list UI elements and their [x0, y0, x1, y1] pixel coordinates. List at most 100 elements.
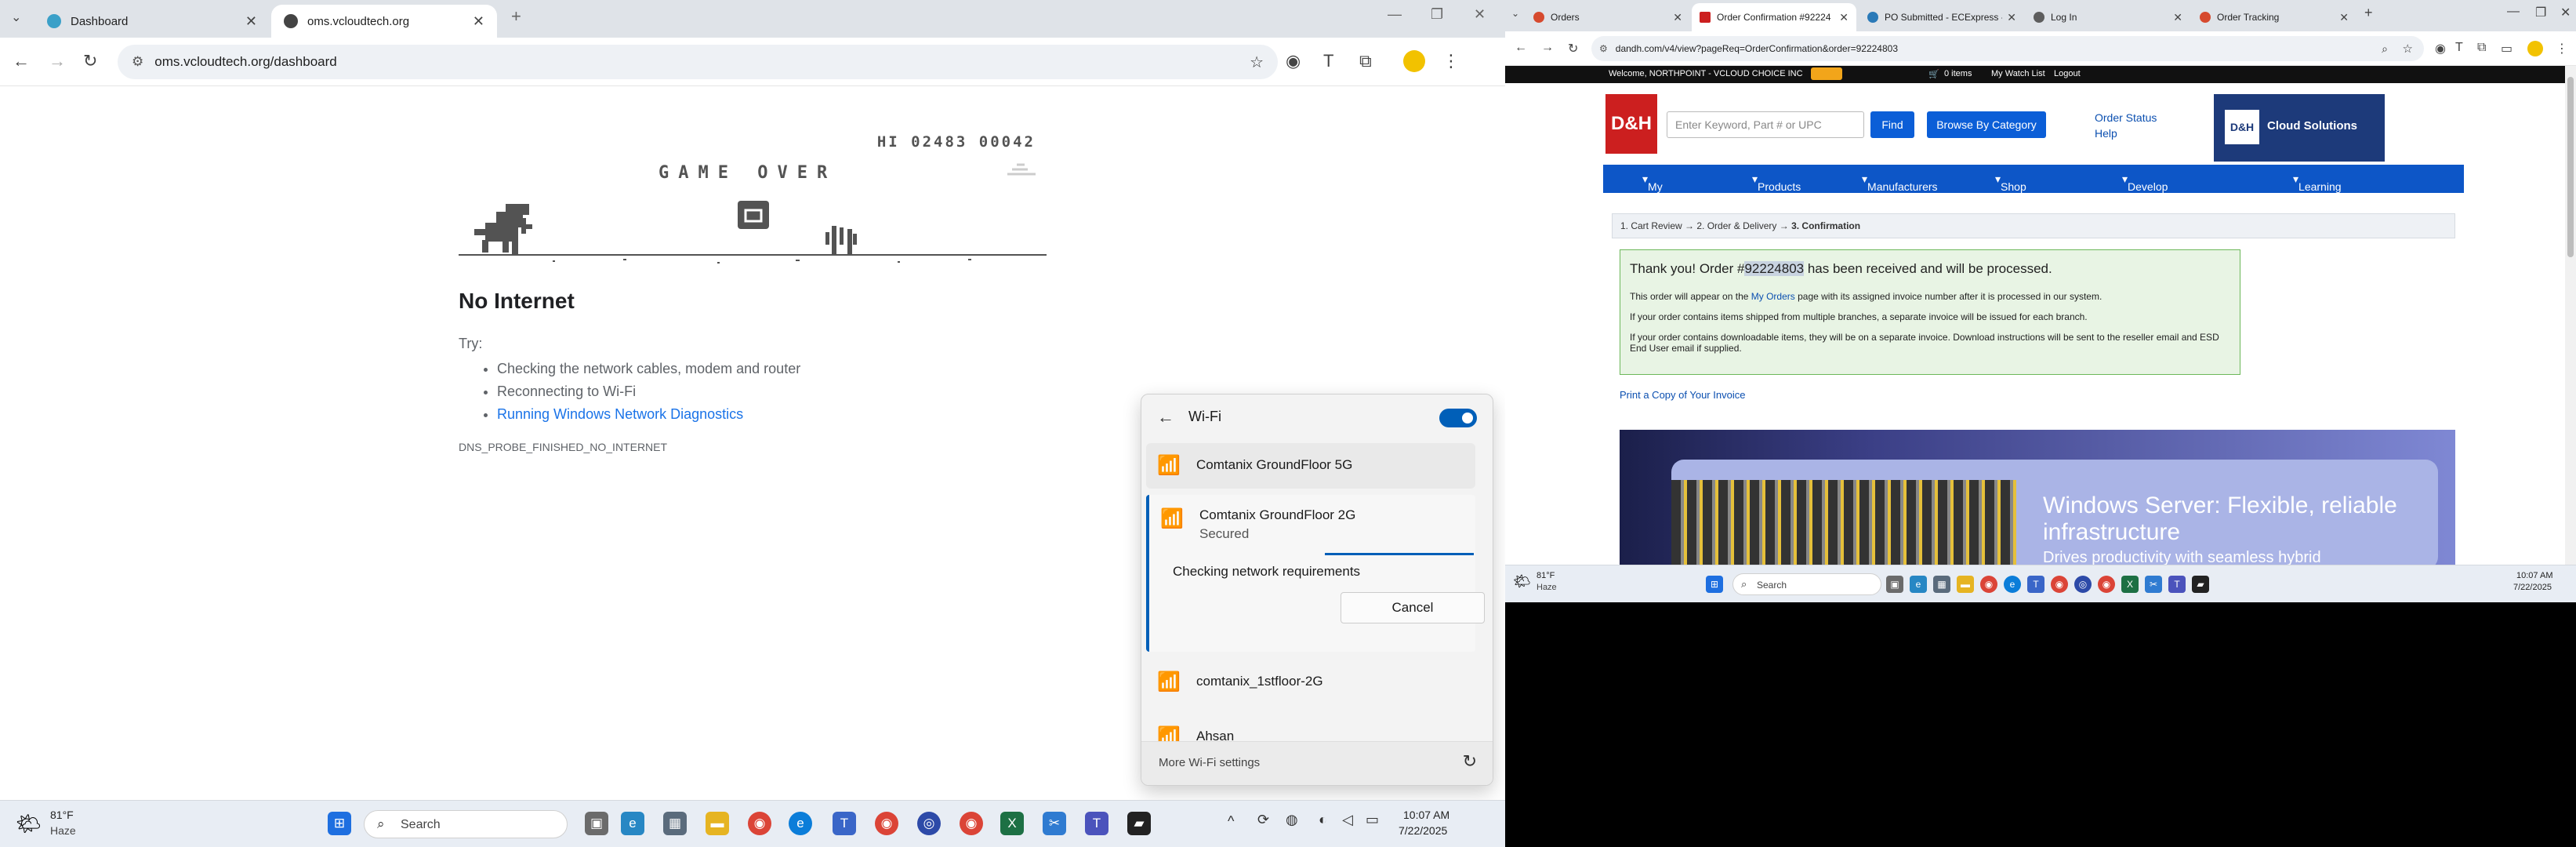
logout-link[interactable]: Logout [2054, 69, 2081, 78]
windows-start-icon[interactable]: ⊞ [1706, 576, 1723, 593]
nav-manufacturers[interactable]: ▾ Manufacturers [1862, 173, 1938, 193]
site-info-icon[interactable]: ⚙ [132, 54, 143, 70]
product-search-input[interactable]: Enter Keyword, Part # or UPC [1667, 111, 1864, 138]
network-icon[interactable]: ◍ [1286, 812, 1298, 828]
taskbar-search[interactable]: ⌕ Search [364, 810, 568, 838]
chrome-icon[interactable]: ◉ [748, 812, 771, 835]
close-window-icon[interactable]: ✕ [2560, 5, 2571, 20]
edge-browser-icon[interactable]: e [2004, 576, 2021, 593]
snipping-tool-icon[interactable]: ✂ [2145, 576, 2162, 593]
edge-browser-icon[interactable]: e [789, 812, 812, 835]
excel-icon[interactable]: X [1000, 812, 1024, 835]
extension-icon[interactable]: ◉ [1286, 51, 1301, 71]
bookmark-star-icon[interactable]: ☆ [2403, 42, 2413, 56]
chrome-alt-icon[interactable]: ◉ [960, 812, 983, 835]
forward-icon[interactable]: → [49, 51, 66, 71]
find-button[interactable]: Find [1870, 111, 1914, 138]
clock-date[interactable]: 7/22/2025 [1399, 824, 1447, 837]
teams-work-icon[interactable]: T [2168, 576, 2186, 593]
task-view-icon[interactable]: ▣ [585, 812, 608, 835]
chrome-profile-icon[interactable]: ◉ [2051, 576, 2068, 593]
address-bar[interactable]: ⚙ oms.vcloudtech.org/dashboard ☆ [118, 45, 1278, 79]
extensions-puzzle-icon[interactable]: ⧉ [2477, 41, 2486, 55]
help-link[interactable]: Help [2095, 127, 2117, 140]
chrome-alt-icon[interactable]: ◉ [2098, 576, 2115, 593]
edge-icon[interactable]: e [1910, 576, 1927, 593]
site-info-icon[interactable]: ⚙ [1599, 43, 1608, 54]
wifi-network-item[interactable]: 📶 Comtanix GroundFloor 5G [1146, 443, 1475, 489]
close-tab-icon[interactable]: ✕ [1673, 11, 1682, 24]
minimize-icon[interactable]: — [1388, 6, 1402, 23]
tray-chevron-icon[interactable]: ^ [1228, 813, 1234, 830]
file-explorer-icon[interactable]: ▬ [1957, 576, 1974, 593]
cart-icon[interactable]: 🛒 [1928, 69, 1939, 79]
nav-shop-by[interactable]: ▾ Shop By... [1995, 173, 2026, 205]
tab-search-icon[interactable]: ⌄ [11, 9, 21, 25]
tab-order-tracking[interactable]: Order Tracking ✕ [2192, 3, 2356, 31]
back-icon[interactable]: ← [1515, 41, 1527, 55]
reload-icon[interactable]: ↻ [83, 51, 97, 71]
profile-avatar[interactable] [2527, 41, 2543, 56]
new-tab-icon[interactable]: + [511, 6, 521, 27]
close-tab-icon[interactable]: ✕ [245, 13, 257, 30]
tab-po-submitted[interactable]: PO Submitted - ECExpress - ✕ [1859, 3, 2024, 31]
minimize-icon[interactable]: — [2507, 5, 2520, 19]
tab-search-icon[interactable]: ⌄ [1511, 8, 1519, 19]
dh-logo[interactable]: D&H [1605, 94, 1657, 154]
scrollbar-thumb[interactable] [2567, 77, 2574, 257]
back-icon[interactable]: ← [13, 51, 30, 71]
menu-kebab-icon[interactable]: ⋮ [2556, 41, 2568, 56]
teams-icon[interactable]: T [833, 812, 856, 835]
nav-my-dh[interactable]: ▾ My D&H [1642, 173, 1671, 205]
close-tab-icon[interactable]: ✕ [2007, 11, 2016, 24]
edge-icon[interactable]: e [621, 812, 644, 835]
cloud-solutions-banner[interactable]: D&H Cloud Solutions [2214, 94, 2385, 162]
chrome-icon[interactable]: ◉ [1980, 576, 1997, 593]
teams-work-icon[interactable]: T [1085, 812, 1108, 835]
close-tab-icon[interactable]: ✕ [473, 13, 484, 30]
my-orders-link[interactable]: My Orders [1751, 291, 1795, 302]
close-tab-icon[interactable]: ✕ [2339, 11, 2349, 24]
weather-icon[interactable]: 🌤 [16, 812, 42, 836]
forward-icon[interactable]: → [1541, 41, 1554, 55]
new-tab-icon[interactable]: + [2364, 5, 2373, 21]
print-invoice-link[interactable]: Print a Copy of Your Invoice [1620, 389, 1745, 401]
split-view-icon[interactable]: ▭ [2501, 41, 2513, 56]
reload-icon[interactable]: ↻ [1568, 41, 1578, 56]
clock-time[interactable]: 10:07 AM [1403, 809, 1449, 821]
clock-date[interactable]: 7/22/2025 [2513, 583, 2552, 592]
zoom-icon[interactable]: ⌕ [2382, 42, 2388, 56]
more-wifi-settings-link[interactable]: More Wi-Fi settings [1159, 756, 1260, 769]
cancel-button[interactable]: Cancel [1341, 592, 1485, 623]
excel-icon[interactable]: X [2121, 576, 2139, 593]
menu-kebab-icon[interactable]: ⋮ [1442, 51, 1460, 71]
zoom-icon[interactable]: ◎ [2074, 576, 2092, 593]
nav-develop-business[interactable]: ▾ Develop Your Business [2122, 173, 2172, 218]
file-explorer-icon[interactable]: ▬ [706, 812, 729, 835]
reading-mode-icon[interactable]: T [2455, 41, 2463, 55]
cart-count[interactable]: 0 items [1944, 69, 1972, 78]
calculator-icon[interactable]: ▦ [1933, 576, 1950, 593]
maximize-icon[interactable]: ❐ [1431, 6, 1443, 23]
watchlist-link[interactable]: My Watch List [1991, 69, 2045, 78]
clock-time[interactable]: 10:07 AM [2516, 571, 2552, 580]
wifi-network-connecting[interactable]: 📶 Comtanix GroundFloor 2G Secured Checki… [1146, 495, 1485, 652]
close-window-icon[interactable]: ✕ [1474, 6, 1486, 23]
windows-start-icon[interactable]: ⊞ [328, 812, 351, 835]
wifi-network-item[interactable]: 📶 comtanix_1stfloor-2G [1146, 660, 1475, 705]
extension-icon[interactable]: ◉ [2435, 41, 2446, 56]
page-scrollbar[interactable] [2565, 66, 2576, 565]
chrome-profile-icon[interactable]: ◉ [875, 812, 898, 835]
maximize-icon[interactable]: ❐ [2535, 5, 2546, 20]
reading-mode-icon[interactable]: T [1323, 51, 1333, 71]
notification-badge[interactable] [1811, 67, 1842, 80]
dino-game[interactable]: HI 02483 00042 GAME OVER [459, 125, 1047, 267]
sync-icon[interactable]: ⟳ [1257, 812, 1269, 828]
tab-log-in[interactable]: Log In ✕ [2026, 3, 2190, 31]
address-bar[interactable]: ⚙ dandh.com/v4/view?pageReq=OrderConfirm… [1591, 36, 2424, 61]
taskbar-search[interactable]: ⌕ Search [1732, 573, 1881, 595]
back-arrow-icon[interactable]: ← [1157, 407, 1174, 427]
sticky-app-icon[interactable]: ▰ [1127, 812, 1151, 835]
tab-oms[interactable]: oms.vcloudtech.org ✕ [271, 5, 497, 38]
tab-order-confirmation[interactable]: Order Confirmation #92224 ✕ [1692, 3, 1856, 31]
